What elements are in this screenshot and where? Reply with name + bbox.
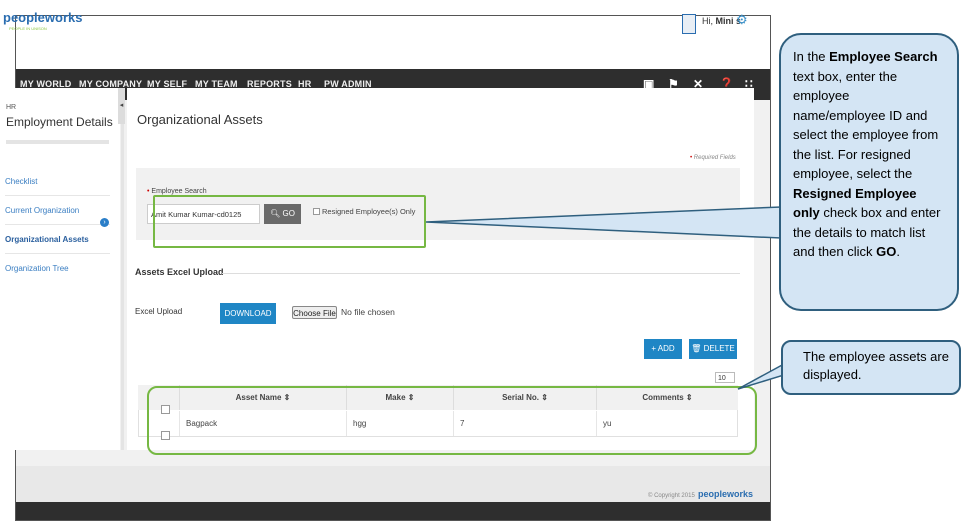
logo[interactable]: peopleworks	[3, 10, 82, 25]
excel-upload-label: Excel Upload	[135, 307, 183, 316]
sidebar-separator	[5, 224, 110, 225]
sidebar-title: Employment Details	[6, 115, 113, 129]
copyright-text: © Copyright 2015	[648, 493, 695, 499]
sidebar-item-checklist[interactable]: Checklist	[5, 177, 37, 186]
required-note-text: Required Fields	[693, 155, 736, 161]
delete-button-label: DELETE	[703, 344, 735, 353]
page-title: Organizational Assets	[137, 112, 263, 127]
sidebar-item-organizational-assets[interactable]: Organizational Assets	[5, 235, 89, 244]
table-callout: The employee assets are displayed.	[781, 340, 961, 395]
choose-file-button[interactable]: Choose File	[292, 306, 337, 319]
section-divider	[222, 273, 740, 274]
employee-search-label-text: Employee Search	[151, 188, 207, 195]
delete-button[interactable]: 🗑︎ DELETE	[689, 339, 737, 359]
sidebar-divider	[6, 140, 109, 144]
file-status: No file chosen	[341, 307, 395, 317]
sidebar-scrollbar[interactable]	[121, 124, 124, 450]
avatar[interactable]	[682, 14, 696, 34]
top-header	[16, 16, 770, 68]
footer-bar	[16, 502, 770, 520]
table-highlight-box	[147, 386, 757, 455]
logo-tagline: PEOPLE IN UNISON	[9, 26, 47, 31]
search-highlight-box	[153, 195, 426, 248]
sidebar-separator	[5, 195, 110, 196]
required-star: •	[690, 155, 693, 161]
employee-search-label: • Employee Search	[147, 188, 207, 195]
search-callout: In the Employee Search text box, enter t…	[779, 33, 959, 311]
trash-icon: 🗑︎	[691, 344, 702, 353]
chevron-right-icon: ›	[100, 218, 109, 227]
gear-icon[interactable]: ⚙	[736, 12, 748, 28]
required-note: • Required Fields	[690, 155, 736, 161]
sidebar-separator	[5, 253, 110, 254]
sidebar-section-label: HR	[6, 104, 17, 111]
footer-logo: peopleworks	[698, 489, 754, 499]
required-star: •	[147, 188, 150, 195]
add-button[interactable]: + ADD	[644, 339, 682, 359]
greeting-text: Hi,	[702, 16, 713, 26]
sidebar-item-current-organization[interactable]: Current Organization	[5, 206, 79, 215]
plus-icon: +	[651, 344, 656, 353]
assets-section-title: Assets Excel Upload	[135, 267, 224, 277]
collapse-sidebar-button[interactable]: ◂	[118, 88, 125, 124]
download-button[interactable]: DOWNLOAD	[220, 303, 276, 324]
add-button-label: ADD	[657, 344, 675, 353]
sidebar-item-organization-tree[interactable]: Organization Tree	[5, 264, 69, 273]
page-size-select[interactable]: 10	[715, 372, 735, 383]
